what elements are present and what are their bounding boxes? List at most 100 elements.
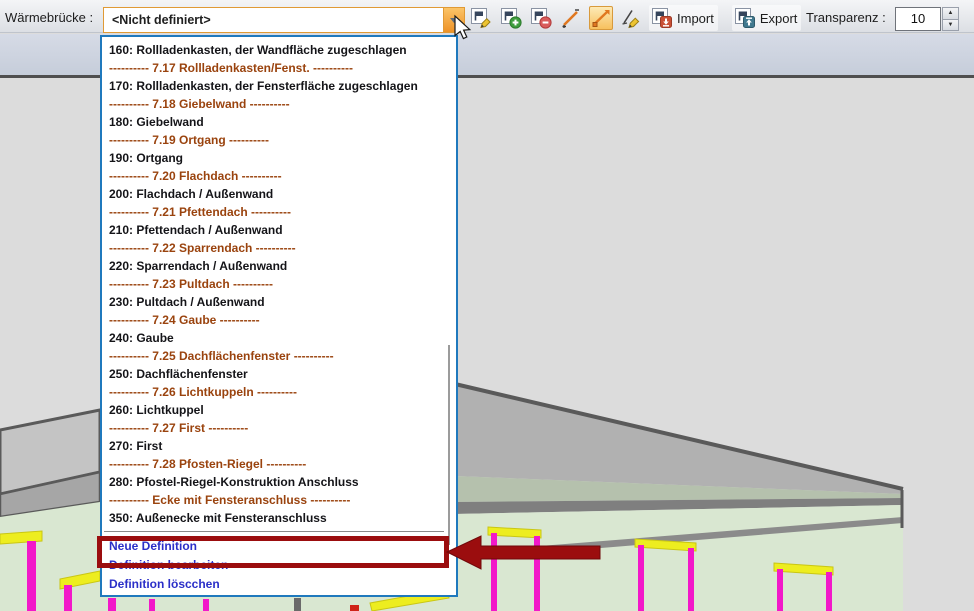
list-item[interactable]: 180: Giebelwand bbox=[102, 113, 456, 131]
warmebruecke-combobox[interactable]: <Nicht definiert> bbox=[103, 7, 465, 33]
list-item[interactable]: 350: Außenecke mit Fensteranschluss bbox=[102, 509, 456, 527]
list-item[interactable]: ---------- 7.24 Gaube ---------- bbox=[102, 311, 456, 329]
polyline-tool-button-active[interactable] bbox=[589, 6, 613, 30]
flag-add-icon bbox=[500, 7, 522, 29]
main-toolbar: Wärmebrücke : <Nicht definiert> bbox=[0, 0, 974, 33]
import-button[interactable]: Import bbox=[649, 5, 718, 31]
list-item[interactable]: 190: Ortgang bbox=[102, 149, 456, 167]
window-frame-left bbox=[27, 541, 36, 611]
list-item[interactable]: 240: Gaube bbox=[102, 329, 456, 347]
list-item[interactable]: ---------- Ecke mit Fensteranschluss ---… bbox=[102, 491, 456, 509]
list-item[interactable]: ---------- 7.20 Flachdach ---------- bbox=[102, 167, 456, 185]
list-item[interactable]: 160: Rollladenkasten, der Wandfläche zug… bbox=[102, 41, 456, 59]
flag-export-icon bbox=[733, 6, 757, 30]
polyline-tool-icon bbox=[590, 7, 612, 29]
line-edit-icon bbox=[620, 7, 642, 29]
export-button[interactable]: Export bbox=[732, 5, 802, 31]
flag-edit-icon bbox=[470, 7, 492, 29]
list-item[interactable]: ---------- 7.27 First ---------- bbox=[102, 419, 456, 437]
list-item-label: 220: Sparrendach / Außenwand bbox=[109, 259, 287, 273]
list-divider bbox=[104, 531, 444, 532]
marker-red bbox=[350, 605, 359, 611]
list-item-label: 190: Ortgang bbox=[109, 151, 183, 165]
warmebruecke-dropdown-list: 160: Rollladenkasten, der Wandfläche zug… bbox=[102, 41, 456, 527]
window-frame bbox=[149, 599, 155, 611]
list-item-label: ---------- 7.25 Dachflächenfenster -----… bbox=[109, 349, 334, 363]
wall-left bbox=[0, 502, 100, 611]
action-definition-loeschen[interactable]: Definition löscchen bbox=[102, 575, 456, 594]
wall-right bbox=[455, 505, 903, 611]
action-definition-bearbeiten[interactable]: Definition bearbeiten bbox=[102, 556, 456, 575]
list-item-label: ---------- 7.19 Ortgang ---------- bbox=[109, 133, 269, 147]
list-item-label: ---------- Ecke mit Fensteranschluss ---… bbox=[109, 493, 350, 507]
flag-remove-button[interactable] bbox=[529, 6, 553, 30]
window-frame bbox=[203, 599, 209, 611]
import-label: Import bbox=[677, 11, 714, 26]
list-item-label: ---------- 7.17 Rollladenkasten/Fenst. -… bbox=[109, 61, 353, 75]
action-neue-definition[interactable]: Neue Definition bbox=[102, 537, 456, 556]
window-frame bbox=[777, 569, 783, 611]
list-item-label: 200: Flachdach / Außenwand bbox=[109, 187, 273, 201]
window-frame bbox=[638, 545, 644, 611]
list-item[interactable]: 280: Pfostel-Riegel-Konstruktion Anschlu… bbox=[102, 473, 456, 491]
list-item-label: ---------- 7.23 Pultdach ---------- bbox=[109, 277, 273, 291]
window-frame bbox=[688, 548, 694, 611]
warmebruecke-label: Wärmebrücke : bbox=[5, 10, 93, 25]
list-item-label: 170: Rollladenkasten, der Fensterfläche … bbox=[109, 79, 418, 93]
list-item[interactable]: 170: Rollladenkasten, der Fensterfläche … bbox=[102, 77, 456, 95]
list-item-label: 210: Pfettendach / Außenwand bbox=[109, 223, 283, 237]
dropdown-arrow-icon bbox=[450, 18, 458, 23]
list-item[interactable]: ---------- 7.17 Rollladenkasten/Fenst. -… bbox=[102, 59, 456, 77]
post-edge bbox=[294, 598, 301, 611]
transparency-input[interactable]: 10 bbox=[895, 7, 941, 31]
list-item-label: 270: First bbox=[109, 439, 162, 453]
flag-import-icon bbox=[650, 6, 674, 30]
list-item-label: ---------- 7.28 Pfosten-Riegel ---------… bbox=[109, 457, 306, 471]
list-item[interactable]: ---------- 7.19 Ortgang ---------- bbox=[102, 131, 456, 149]
list-item[interactable]: ---------- 7.21 Pfettendach ---------- bbox=[102, 203, 456, 221]
list-item-label: ---------- 7.27 First ---------- bbox=[109, 421, 248, 435]
list-item[interactable]: 220: Sparrendach / Außenwand bbox=[102, 257, 456, 275]
list-item[interactable]: ---------- 7.25 Dachflächenfenster -----… bbox=[102, 347, 456, 365]
list-item-label: 250: Dachflächenfenster bbox=[109, 367, 248, 381]
list-item[interactable]: 200: Flachdach / Außenwand bbox=[102, 185, 456, 203]
list-item-label: 160: Rollladenkasten, der Wandfläche zug… bbox=[109, 43, 407, 57]
list-item-label: 280: Pfostel-Riegel-Konstruktion Anschlu… bbox=[109, 475, 359, 489]
list-item[interactable]: ---------- 7.23 Pultdach ---------- bbox=[102, 275, 456, 293]
combobox-dropdown-button[interactable] bbox=[443, 8, 464, 32]
list-item[interactable]: 230: Pultdach / Außenwand bbox=[102, 293, 456, 311]
flag-remove-icon bbox=[530, 7, 552, 29]
list-item-label: 180: Giebelwand bbox=[109, 115, 204, 129]
list-item[interactable]: 250: Dachflächenfenster bbox=[102, 365, 456, 383]
list-item-label: 240: Gaube bbox=[109, 331, 174, 345]
list-item-label: ---------- 7.24 Gaube ---------- bbox=[109, 313, 260, 327]
list-item[interactable]: 210: Pfettendach / Außenwand bbox=[102, 221, 456, 239]
warmebruecke-dropdown-panel: 160: Rollladenkasten, der Wandfläche zug… bbox=[100, 35, 458, 597]
list-item-label: ---------- 7.26 Lichtkuppeln ---------- bbox=[109, 385, 297, 399]
list-item[interactable]: ---------- 7.18 Giebelwand ---------- bbox=[102, 95, 456, 113]
window-frame bbox=[108, 598, 116, 611]
line-tool-button[interactable] bbox=[559, 6, 583, 30]
spinner-down-button[interactable]: ▼ bbox=[942, 20, 959, 32]
list-item-label: 230: Pultdach / Außenwand bbox=[109, 295, 265, 309]
list-item[interactable]: ---------- 7.26 Lichtkuppeln ---------- bbox=[102, 383, 456, 401]
export-label: Export bbox=[760, 11, 798, 26]
list-item[interactable]: ---------- 7.22 Sparrendach ---------- bbox=[102, 239, 456, 257]
dropdown-scrollbar[interactable] bbox=[448, 345, 450, 545]
flag-add-button[interactable] bbox=[499, 6, 523, 30]
window-frame bbox=[491, 533, 497, 611]
list-item-label: 350: Außenecke mit Fensteranschluss bbox=[109, 511, 327, 525]
list-item[interactable]: 260: Lichtkuppel bbox=[102, 401, 456, 419]
list-item-label: ---------- 7.20 Flachdach ---------- bbox=[109, 169, 282, 183]
combobox-value: <Nicht definiert> bbox=[104, 13, 443, 27]
spinner-up-button[interactable]: ▲ bbox=[942, 7, 959, 20]
line-edit-button[interactable] bbox=[619, 6, 643, 30]
app-window: Wärmebrücke : <Nicht definiert> bbox=[0, 0, 974, 611]
list-item[interactable]: 270: First bbox=[102, 437, 456, 455]
flag-edit-button[interactable] bbox=[469, 6, 493, 30]
window-frame bbox=[826, 572, 832, 611]
window-frame bbox=[534, 536, 540, 611]
list-item[interactable]: ---------- 7.28 Pfosten-Riegel ---------… bbox=[102, 455, 456, 473]
list-item-label: ---------- 7.21 Pfettendach ---------- bbox=[109, 205, 291, 219]
transparency-label: Transparenz : bbox=[806, 10, 886, 25]
